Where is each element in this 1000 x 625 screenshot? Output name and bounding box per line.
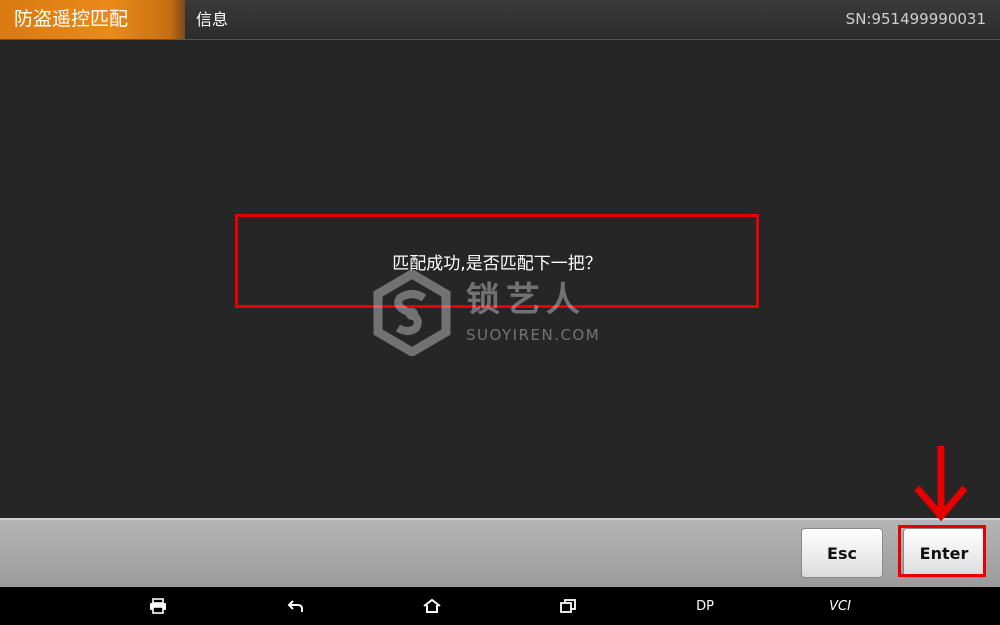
recent-apps-icon[interactable] — [556, 587, 580, 625]
enter-highlight-box — [898, 525, 986, 577]
serial-number: SN:951499990031 — [845, 10, 986, 28]
system-navigation-bar: DP VCI — [0, 587, 1000, 625]
back-icon[interactable] — [284, 587, 308, 625]
section-title: 信息 — [196, 10, 229, 29]
watermark: 锁艺人 SUOYIREN.COM — [372, 270, 632, 360]
down-arrow-icon — [914, 446, 968, 522]
watermark-text: 锁艺人 — [466, 280, 586, 320]
home-icon[interactable] — [419, 587, 445, 625]
top-header: 防盗遥控匹配 信息 SN:951499990031 — [0, 0, 1000, 40]
vci-status: VCI — [829, 598, 851, 614]
action-bar: Esc Enter — [0, 518, 1000, 589]
esc-button[interactable]: Esc — [801, 528, 883, 578]
watermark-subtext: SUOYIREN.COM — [466, 326, 601, 344]
dp-button[interactable]: DP — [688, 587, 722, 625]
printer-icon[interactable] — [145, 587, 171, 625]
app-title: 防盗遥控匹配 — [0, 0, 185, 39]
watermark-logo-icon — [373, 270, 451, 356]
